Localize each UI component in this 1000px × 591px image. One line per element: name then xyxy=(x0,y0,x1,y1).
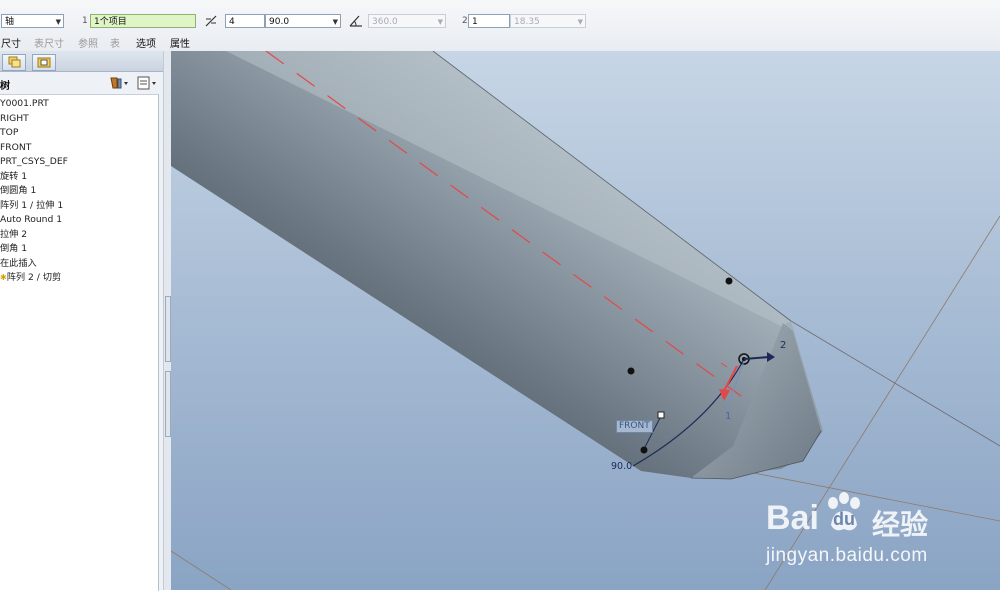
tree-settings-icon[interactable] xyxy=(108,75,130,91)
panel-splitter[interactable] xyxy=(163,51,171,590)
model-tree: Y0001.PRT RIGHT TOP FRONT PRT_CSYS_DEF 旋… xyxy=(0,94,159,591)
navigator-panel: 树 Y0001.PRT RIGHT TOP FRONT PRT_CSYS_DEF… xyxy=(0,51,171,591)
drag-handle-square xyxy=(657,411,665,419)
tree-item-extrude[interactable]: 拉伸 2 xyxy=(0,228,158,243)
front-plane-label[interactable]: FRONT xyxy=(616,420,653,433)
tree-item-insert-here[interactable]: 在此插入 xyxy=(0,257,158,272)
axis-label-1: 1 xyxy=(725,411,732,422)
angle-select-value: 90.0 xyxy=(269,17,290,27)
watermark-cn: 经验 xyxy=(872,508,929,541)
tab-properties[interactable]: 属性 xyxy=(170,35,190,50)
reference-collector[interactable]: 1个项目 xyxy=(90,14,196,28)
tree-title: 树 xyxy=(0,81,10,92)
reference-number-1: 1 xyxy=(82,16,88,26)
watermark-brand-du: du xyxy=(833,509,855,529)
tab-references[interactable]: 参照 xyxy=(78,35,98,50)
tab-dimensions[interactable]: 尺寸 xyxy=(1,35,21,50)
tab-table[interactable]: 表 xyxy=(110,35,120,50)
datum-point xyxy=(725,277,733,285)
angle-dimension-label[interactable]: 90.0 xyxy=(611,461,632,472)
axis-label-2: 2 xyxy=(780,340,787,351)
second-reference-value: 1 xyxy=(472,17,478,27)
watermark-url: jingyan.baidu.com xyxy=(766,545,928,566)
tree-item-top-plane[interactable]: TOP xyxy=(0,126,158,141)
chevron-down-icon: ▼ xyxy=(577,18,583,26)
type-select[interactable]: 轴 ▼ xyxy=(1,14,64,28)
chevron-down-icon: ▼ xyxy=(332,18,338,26)
tree-item-part[interactable]: Y0001.PRT xyxy=(0,97,158,112)
pattern-star-icon: ✱ xyxy=(0,273,7,282)
tree-item-revolve[interactable]: 旋转 1 xyxy=(0,170,158,185)
rotation-angle-select: 360.0 ▼ xyxy=(368,14,446,28)
datum-line xyxy=(171,550,232,590)
offset-input-value: 4 xyxy=(229,17,235,27)
angle-select[interactable]: 90.0 ▼ xyxy=(265,14,341,28)
chevron-down-icon: ▼ xyxy=(55,18,61,26)
layers-tab-icon[interactable] xyxy=(2,54,26,71)
baidu-watermark: Bai du 经验 jingyan.baidu.com xyxy=(766,491,996,571)
dashboard-toolbar: 轴 ▼ 1 1个项目 4 90.0 ▼ 360.0 ▼ 2 1 18.35 ▼ … xyxy=(0,0,1000,52)
tree-item-chamfer[interactable]: 倒角 1 xyxy=(0,242,158,257)
rotation-angle-value: 360.0 xyxy=(372,17,398,27)
folder-tab-icon[interactable] xyxy=(32,54,56,71)
datum-line xyxy=(790,320,1000,447)
tree-item-csys[interactable]: PRT_CSYS_DEF xyxy=(0,155,158,170)
chevron-down-icon: ▼ xyxy=(437,18,443,26)
show-menu-icon[interactable] xyxy=(136,75,160,91)
tree-item-auto-round[interactable]: Auto Round 1 xyxy=(0,213,158,228)
graphics-window[interactable]: FRONT 90.0 1 2 Bai du 经验 jingyan.baidu.c… xyxy=(171,51,1000,590)
tab-table-dimensions[interactable]: 表尺寸 xyxy=(34,35,64,50)
offset-icon[interactable] xyxy=(204,14,218,28)
tree-item-front-plane[interactable]: FRONT xyxy=(0,141,158,156)
reference-collector-value: 1个项目 xyxy=(94,17,127,27)
tree-item-pattern-extrude[interactable]: 阵列 1 / 拉伸 1 xyxy=(0,199,158,214)
type-select-value: 轴 xyxy=(5,17,15,27)
reference-number-2: 2 xyxy=(462,16,468,26)
second-value-text: 18.35 xyxy=(514,17,540,27)
second-reference-input[interactable]: 1 xyxy=(468,14,510,28)
angle-icon[interactable] xyxy=(348,14,364,28)
tree-item-right-plane[interactable]: RIGHT xyxy=(0,112,158,127)
datum-point xyxy=(627,367,635,375)
navigator-tabs xyxy=(0,51,170,72)
tree-header: 树 xyxy=(0,72,162,94)
tab-options[interactable]: 选项 xyxy=(136,35,156,50)
tree-item-round[interactable]: 倒圆角 1 xyxy=(0,184,158,199)
arc-handle xyxy=(640,446,648,454)
tree-item-pattern-cut[interactable]: ✱阵列 2 / 切剪 xyxy=(0,271,158,286)
watermark-brand: Bai xyxy=(766,499,819,537)
offset-input[interactable]: 4 xyxy=(225,14,265,28)
tree-item-pattern-cut-label: 阵列 2 / 切剪 xyxy=(6,272,62,283)
second-value-select: 18.35 ▼ xyxy=(510,14,586,28)
